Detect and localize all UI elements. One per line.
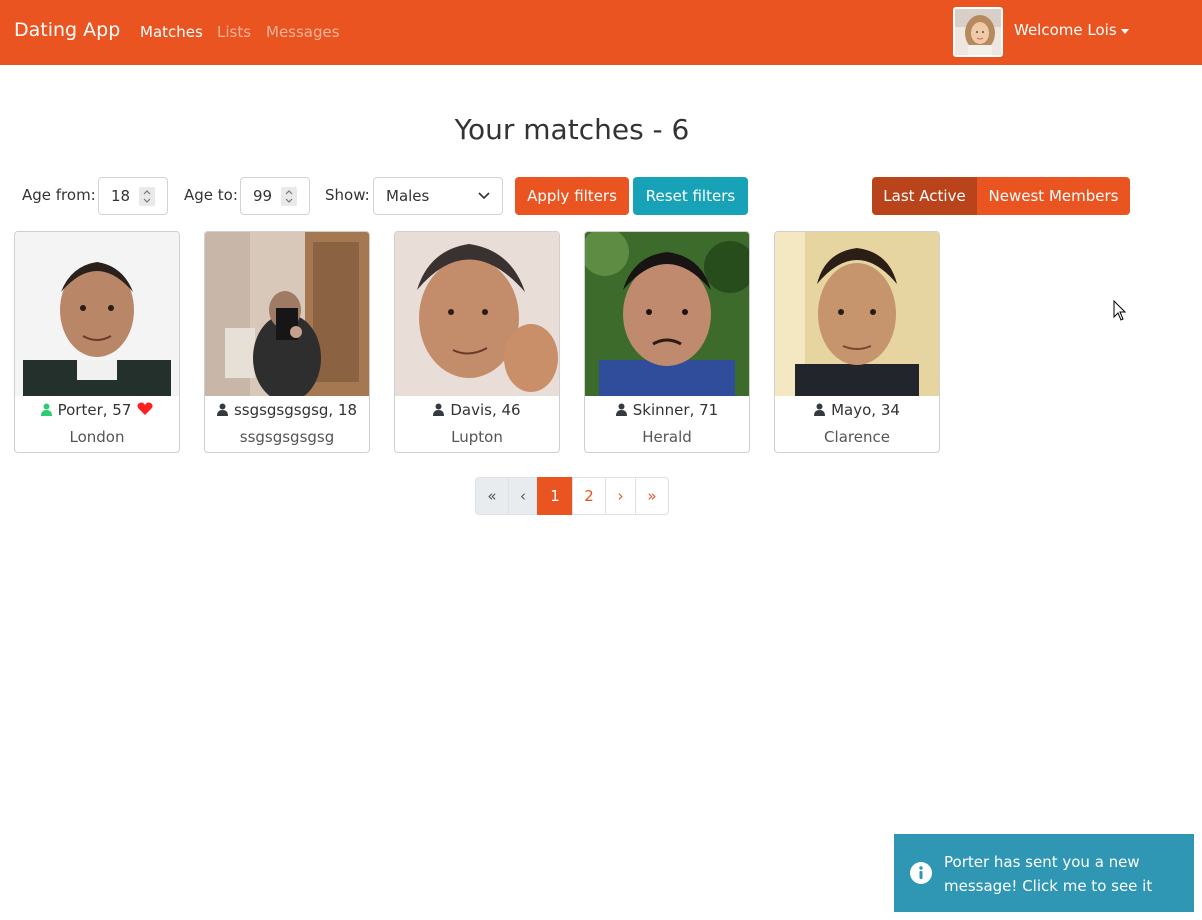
mouse-cursor-icon bbox=[1113, 300, 1127, 321]
pagination-next[interactable]: › bbox=[605, 477, 636, 515]
spinner-icon[interactable] bbox=[281, 187, 297, 206]
member-name: Mayo, 34 bbox=[831, 401, 900, 419]
member-city: ssgsgsgsgsg bbox=[239, 428, 335, 446]
heart-icon[interactable] bbox=[137, 402, 153, 416]
age-from-value: 18 bbox=[111, 187, 131, 205]
member-name-row: ssgsgsgsgsg, 18 bbox=[205, 401, 369, 419]
page-title: Your matches - 6 bbox=[454, 113, 690, 146]
nav-matches[interactable]: Matches bbox=[140, 23, 203, 41]
member-city: Clarence bbox=[824, 428, 890, 446]
member-name: ssgsgsgsgsg, 18 bbox=[233, 401, 358, 419]
member-name-row: Porter, 57 bbox=[15, 401, 179, 419]
welcome-dropdown[interactable]: Welcome Lois bbox=[1014, 21, 1117, 39]
member-photo bbox=[395, 232, 559, 396]
user-icon bbox=[615, 403, 627, 416]
age-from-label: Age from: bbox=[22, 186, 96, 204]
age-to-label: Age to: bbox=[184, 186, 238, 204]
user-icon bbox=[40, 403, 52, 416]
nav-lists[interactable]: Lists bbox=[217, 23, 251, 41]
member-photo bbox=[585, 232, 749, 396]
gender-select-value: Males bbox=[386, 187, 430, 205]
member-photo bbox=[205, 232, 369, 396]
pagination-last[interactable]: » bbox=[635, 477, 669, 515]
navbar: Dating App Matches Lists Messages Welcom… bbox=[0, 0, 1202, 65]
member-name-row: Skinner, 71 bbox=[585, 401, 749, 419]
brand-link[interactable]: Dating App bbox=[14, 19, 120, 41]
pagination-first: « bbox=[475, 477, 509, 515]
member-name-row: Mayo, 34 bbox=[775, 401, 939, 419]
member-name: Porter, 57 bbox=[57, 401, 132, 419]
member-name: Davis, 46 bbox=[450, 401, 521, 419]
member-photo bbox=[15, 232, 179, 396]
member-city: Herald bbox=[642, 428, 692, 446]
pagination-page-2[interactable]: 2 bbox=[572, 477, 606, 515]
user-icon bbox=[216, 403, 228, 416]
spinner-icon[interactable] bbox=[139, 187, 155, 206]
apply-filters-button[interactable]: Apply filters bbox=[515, 177, 629, 215]
age-from-input[interactable]: 18 bbox=[98, 177, 168, 215]
chevron-down-icon bbox=[478, 192, 490, 200]
chevron-down-icon[interactable] bbox=[1121, 29, 1129, 34]
pagination-prev: ‹ bbox=[508, 477, 538, 515]
sort-newest-members-button[interactable]: Newest Members bbox=[977, 177, 1130, 215]
age-to-value: 99 bbox=[253, 187, 273, 205]
member-card[interactable]: Skinner, 71 Herald bbox=[584, 231, 750, 453]
toast-message: Porter has sent you a new message! Click… bbox=[944, 853, 1153, 895]
user-avatar[interactable] bbox=[953, 7, 1003, 57]
gender-select[interactable]: Males bbox=[373, 177, 503, 215]
info-circle-icon bbox=[910, 862, 932, 884]
nav-messages[interactable]: Messages bbox=[266, 23, 340, 41]
member-city: Lupton bbox=[451, 428, 503, 446]
message-toast[interactable]: Porter has sent you a new message! Click… bbox=[894, 834, 1194, 912]
pagination-page-1[interactable]: 1 bbox=[537, 477, 573, 515]
user-icon bbox=[433, 403, 445, 416]
show-label: Show: bbox=[325, 186, 370, 204]
age-to-input[interactable]: 99 bbox=[240, 177, 310, 215]
member-card[interactable]: ssgsgsgsgsg, 18 ssgsgsgsgsg bbox=[204, 231, 370, 453]
member-name: Skinner, 71 bbox=[632, 401, 719, 419]
member-photo bbox=[775, 232, 939, 396]
user-icon bbox=[814, 403, 826, 416]
member-card[interactable]: Davis, 46 Lupton bbox=[394, 231, 560, 453]
member-name-row: Davis, 46 bbox=[395, 401, 559, 419]
reset-filters-button[interactable]: Reset filters bbox=[633, 177, 748, 215]
sort-last-active-button[interactable]: Last Active bbox=[872, 177, 977, 215]
member-card[interactable]: Mayo, 34 Clarence bbox=[774, 231, 940, 453]
member-city: London bbox=[69, 428, 125, 446]
member-card[interactable]: Porter, 57 London bbox=[14, 231, 180, 453]
